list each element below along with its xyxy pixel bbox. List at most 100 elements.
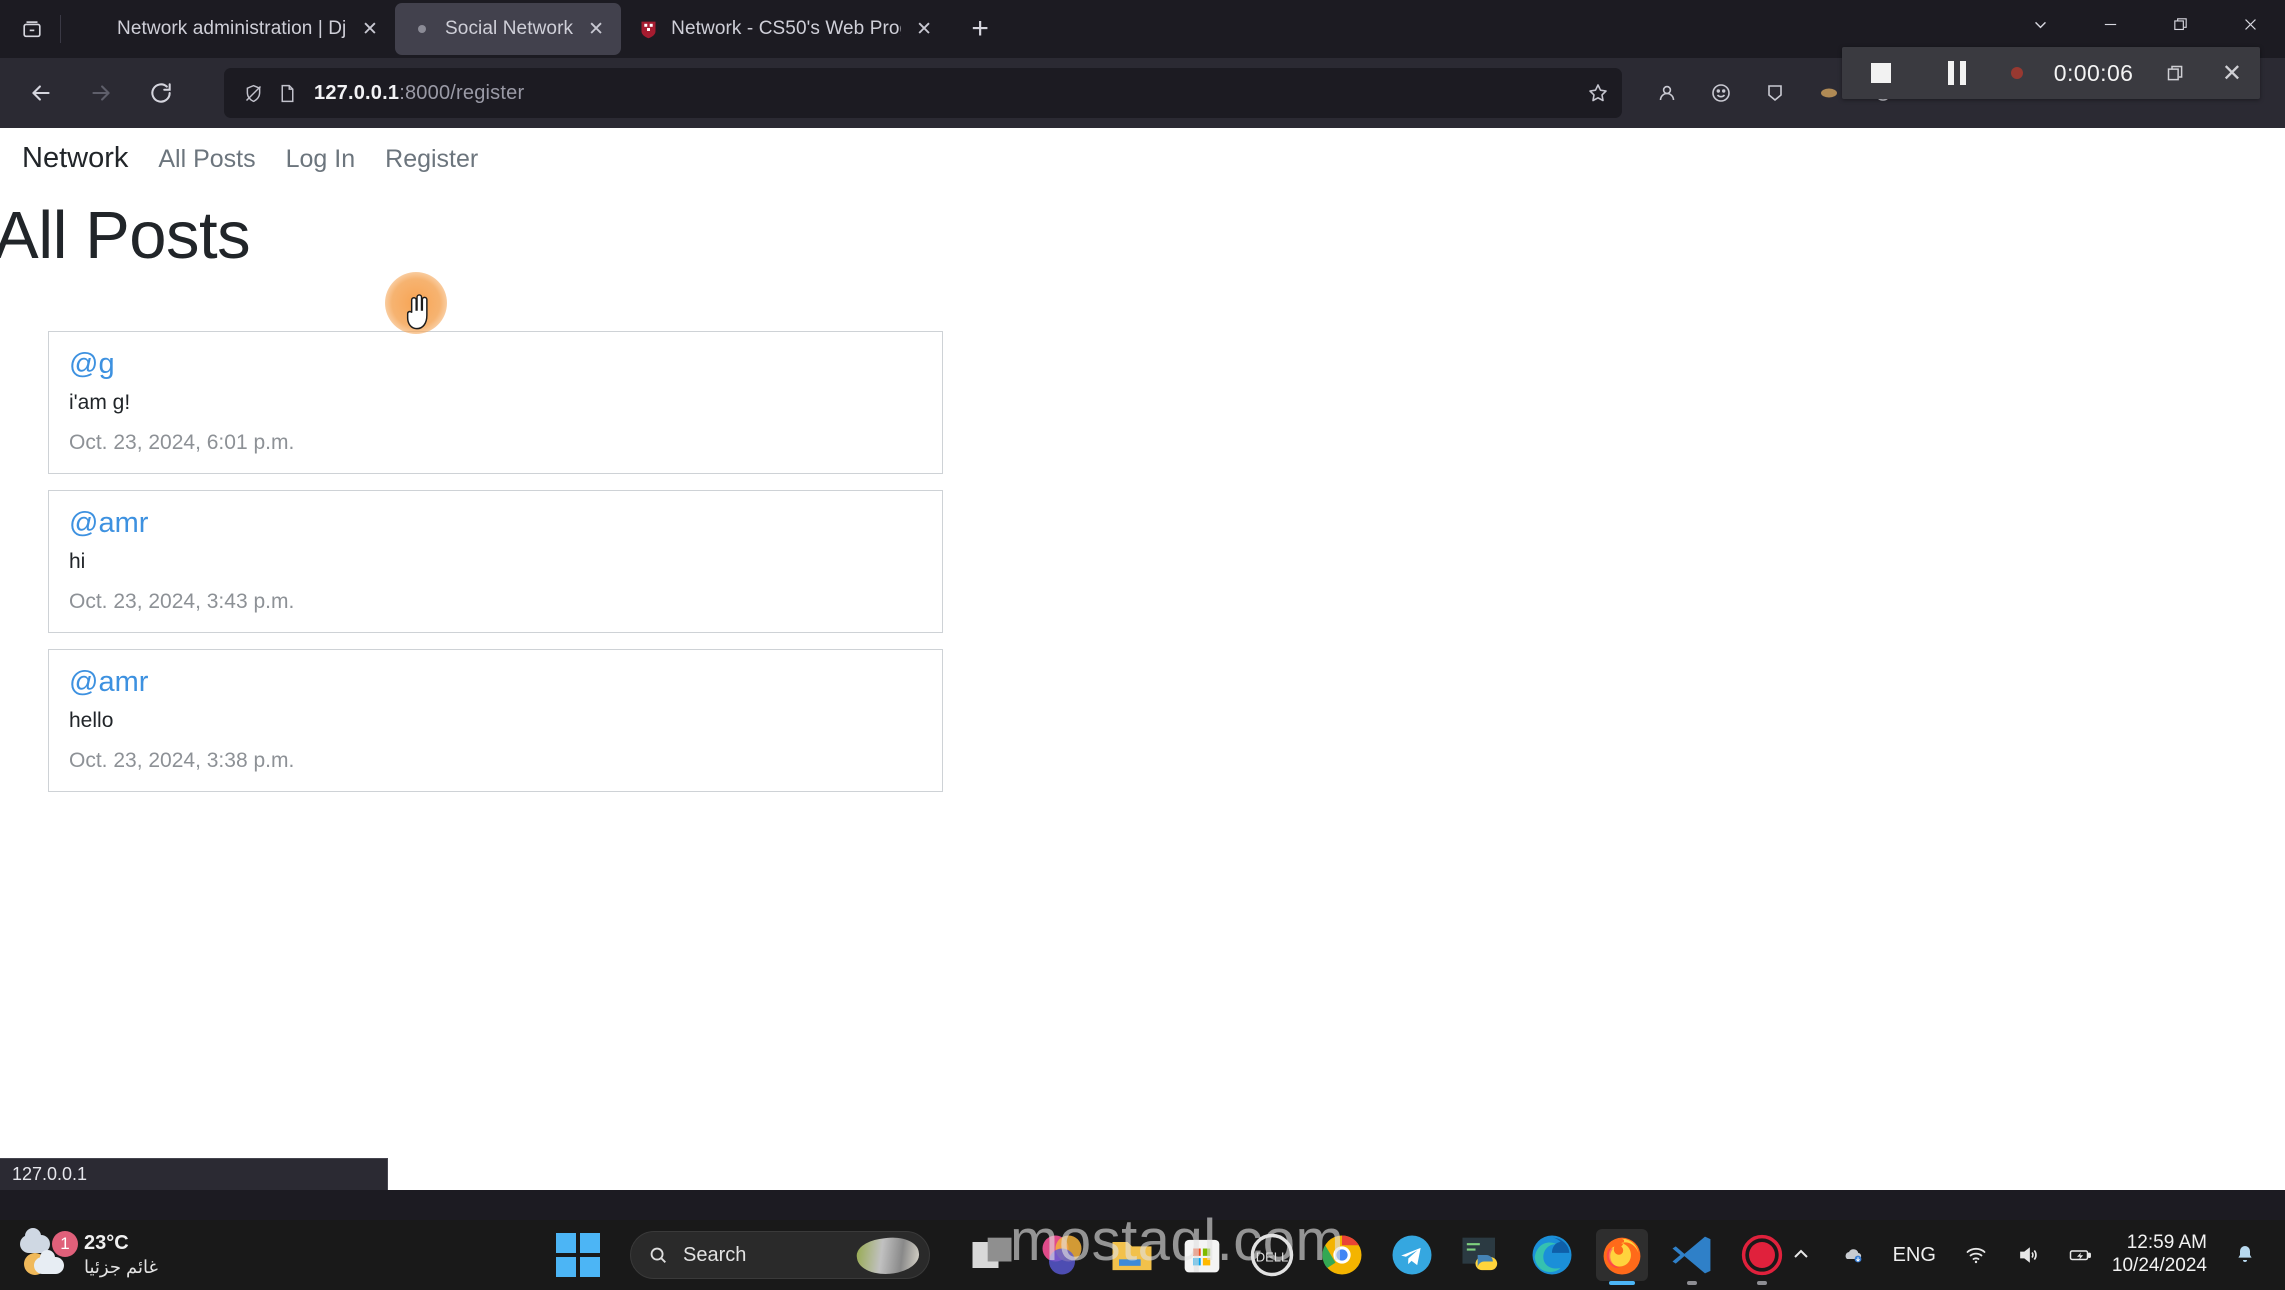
tab-title: Network administration | Django sit: [117, 18, 347, 39]
telegram-icon[interactable]: [1386, 1229, 1438, 1281]
weather-condition: غائم جزئيا: [84, 1257, 158, 1278]
tab-title: Social Network: [445, 18, 574, 39]
weather-widget[interactable]: 1 23°C غائم جزئيا: [0, 1228, 330, 1279]
chevron-down-icon[interactable]: [2005, 0, 2075, 48]
firefox-icon[interactable]: [1596, 1229, 1648, 1285]
post-card[interactable]: @amr hello Oct. 23, 2024, 3:38 p.m.: [48, 648, 943, 792]
visual-studio-code-icon[interactable]: [1666, 1229, 1718, 1285]
post-timestamp: Oct. 23, 2024, 3:43 p.m.: [69, 589, 295, 613]
list-all-tabs-icon[interactable]: [10, 9, 54, 49]
url-path: :8000/register: [399, 81, 525, 104]
search-placeholder: Search: [683, 1243, 747, 1266]
post-author-link[interactable]: @g: [69, 348, 922, 381]
clock-widget[interactable]: 12:59 AM 10/24/2024: [2106, 1232, 2219, 1278]
address-bar[interactable]: 127.0.0.1:8000/register: [224, 68, 1622, 118]
search-input[interactable]: Search: [630, 1231, 930, 1279]
desktop-screen: Network administration | Django sit ✕ So…: [0, 0, 2285, 1290]
task-view-icon[interactable]: [966, 1229, 1018, 1281]
notification-badge: 1: [52, 1231, 78, 1257]
start-button[interactable]: [556, 1233, 600, 1277]
pause-icon[interactable]: [1919, 47, 1994, 99]
site-navbar: Network All Posts Log In Register: [0, 128, 2285, 189]
stop-icon[interactable]: [1842, 47, 1919, 99]
system-tray: ENG 12:59 AM 10/24/2024: [1775, 1227, 2271, 1283]
clock-time: 12:59 AM: [2126, 1232, 2207, 1254]
browser-tab-0[interactable]: Network administration | Django sit ✕: [67, 3, 395, 55]
post-author-link[interactable]: @amr: [69, 666, 922, 699]
minimize-icon[interactable]: [2075, 0, 2145, 48]
volume-icon[interactable]: [2002, 1227, 2054, 1283]
reload-icon[interactable]: [134, 66, 188, 120]
browser-status-bar: 127.0.0.1: [0, 1158, 388, 1190]
window-controls: [2005, 0, 2285, 48]
back-arrow-icon[interactable]: [14, 66, 68, 120]
taskbar-center-group: Search DELL: [556, 1229, 1788, 1285]
account-icon[interactable]: [1640, 68, 1694, 118]
site-brand[interactable]: Network: [22, 142, 128, 175]
post-body: i'am g!: [69, 390, 131, 414]
shield-off-icon[interactable]: [236, 78, 270, 108]
tab-strip-divider: [60, 15, 61, 43]
bell-icon[interactable]: [2219, 1227, 2271, 1283]
page-icon[interactable]: [270, 78, 304, 108]
save-to-pocket-icon[interactable]: [1748, 68, 1802, 118]
browser-tab-1[interactable]: Social Network ✕: [395, 3, 622, 55]
post-body: hello: [69, 708, 114, 732]
sidebar-item-register[interactable]: Register: [385, 145, 478, 174]
new-tab-button[interactable]: +: [959, 8, 1001, 50]
dell-app-icon[interactable]: DELL: [1246, 1229, 1298, 1281]
sidebar-item-log-in[interactable]: Log In: [286, 145, 356, 174]
windows-taskbar: 1 23°C غائم جزئيا Search DELL mostaql.co…: [0, 1208, 2285, 1290]
tab-close-button[interactable]: ✕: [911, 16, 937, 42]
web-page-content: Network All Posts Log In Register All Po…: [0, 128, 2285, 1190]
photos-app-icon[interactable]: [1036, 1229, 1088, 1281]
extension-smiley-icon[interactable]: [1694, 68, 1748, 118]
star-icon[interactable]: [1586, 81, 1610, 105]
microsoft-edge-icon[interactable]: [1526, 1229, 1578, 1281]
post-card[interactable]: @g i'am g! Oct. 23, 2024, 6:01 p.m.: [48, 330, 943, 474]
search-icon: [650, 1247, 666, 1263]
svg-text:DELL: DELL: [1256, 1250, 1289, 1265]
page-title: All Posts: [0, 198, 251, 273]
file-explorer-icon[interactable]: [1106, 1229, 1158, 1281]
onedrive-icon[interactable]: [1827, 1227, 1879, 1283]
tab-close-button[interactable]: ✕: [583, 16, 609, 42]
post-timestamp: Oct. 23, 2024, 6:01 p.m.: [69, 430, 295, 454]
posts-list: @g i'am g! Oct. 23, 2024, 6:01 p.m. @amr…: [0, 330, 2285, 792]
tab-title: Network - CS50's Web Programm: [671, 18, 901, 39]
record-dot-icon: [1995, 47, 2040, 99]
sidebar-item-all-posts[interactable]: All Posts: [158, 145, 255, 174]
wifi-icon[interactable]: [1950, 1227, 2002, 1283]
tab-favicon-django: [83, 18, 105, 40]
recorder-close-icon[interactable]: ✕: [2204, 47, 2260, 99]
url-host: 127.0.0.1: [314, 81, 400, 104]
screen-recorder-toolbar: 0:00:06 ✕: [1842, 47, 2260, 99]
tab-close-button[interactable]: ✕: [357, 16, 383, 42]
post-body: hi: [69, 549, 86, 573]
restore-icon[interactable]: [2145, 0, 2215, 48]
click-highlight-indicator: [385, 272, 447, 334]
python-terminal-icon[interactable]: [1456, 1229, 1508, 1281]
post-timestamp: Oct. 23, 2024, 3:38 p.m.: [69, 748, 295, 772]
copy-icon[interactable]: [2148, 47, 2204, 99]
browser-tab-2[interactable]: Network - CS50's Web Programm ✕: [621, 3, 949, 55]
recording-elapsed-time: 0:00:06: [2053, 59, 2134, 86]
google-chrome-icon[interactable]: [1316, 1229, 1368, 1281]
mouse-cursor-pointer-icon: [406, 294, 428, 330]
close-icon[interactable]: [2215, 0, 2285, 48]
battery-icon[interactable]: [2054, 1227, 2106, 1283]
tab-list: Network administration | Django sit ✕ So…: [67, 0, 1001, 58]
partly-cloudy-icon: 1: [16, 1228, 78, 1279]
post-author-link[interactable]: @amr: [69, 507, 922, 540]
weather-temperature: 23°C: [84, 1232, 129, 1255]
post-card[interactable]: @amr hi Oct. 23, 2024, 3:43 p.m.: [48, 489, 943, 633]
search-decorative-image: [854, 1233, 922, 1278]
tab-favicon-dot: [411, 18, 433, 40]
forward-arrow-icon[interactable]: [74, 66, 128, 120]
input-language-indicator[interactable]: ENG: [1879, 1227, 1950, 1283]
taskbar-app-icons: DELL: [966, 1229, 1788, 1285]
microsoft-store-icon[interactable]: [1176, 1229, 1228, 1281]
chevron-up-icon[interactable]: [1775, 1227, 1827, 1283]
address-bar-text: 127.0.0.1:8000/register: [314, 82, 524, 105]
clock-date: 10/24/2024: [2111, 1255, 2207, 1276]
